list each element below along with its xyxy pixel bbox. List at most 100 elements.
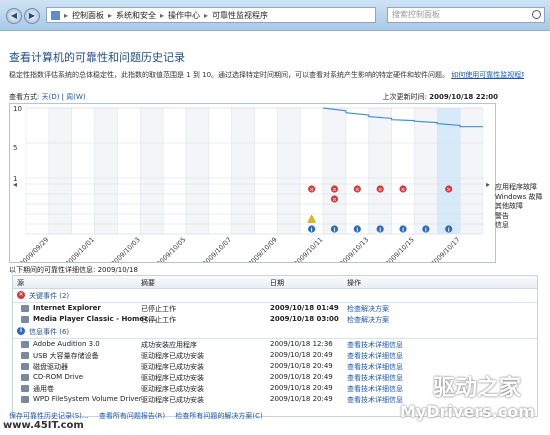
day-column <box>277 107 301 235</box>
day-column <box>48 107 72 235</box>
day-column <box>322 107 347 235</box>
error-glyph: ✕ <box>355 187 360 193</box>
cell-source: Internet Explorer <box>33 304 101 312</box>
view-week-link[interactable]: 周(W) <box>66 93 85 101</box>
watermark-right-en: MyDrivers.com <box>400 402 535 421</box>
table-row[interactable]: Adobe Audition 3.0 成功安装应用程序 2009/10/18 12:… <box>13 339 537 350</box>
view-switch: 查看方式: 天(D) | 周(W) <box>9 93 86 101</box>
col-action[interactable]: 操作 <box>347 278 361 288</box>
error-glyph: ✕ <box>332 187 337 193</box>
cell-summary: 已停止工作 <box>141 305 176 313</box>
save-history-link[interactable]: 保存可靠性历史记录(S)... <box>9 412 89 420</box>
y-tick-label: 5 <box>13 144 17 152</box>
how-to-link[interactable]: 如何使用可靠性监视程序。 <box>451 71 524 79</box>
device-icon <box>21 385 29 392</box>
row-label-info: 信息 <box>495 221 509 229</box>
scroll-left-icon[interactable]: ◂ <box>13 180 17 189</box>
last-update: 上次更新时间: 2009/10/18 22:00 <box>383 92 498 102</box>
x-tick-label: 2009/10/03 <box>110 236 142 262</box>
selected-day-column <box>437 107 461 235</box>
critical-group[interactable]: ✕ 关键事件 (2) <box>13 289 537 303</box>
breadcrumb-1[interactable]: 系统和安全 <box>116 10 156 21</box>
history-title: 以下期间的可靠性详细信息: 2009/10/18 <box>9 266 138 274</box>
day-column <box>25 107 50 235</box>
day-column <box>185 107 210 235</box>
app-icon <box>21 305 29 312</box>
search-input[interactable]: 搜索控制面板 <box>387 7 545 23</box>
cell-date: 2009/10/18 20:49 <box>270 384 333 392</box>
cell-action-link[interactable]: 查看技术详细信息 <box>347 340 403 350</box>
cell-summary: 驱动程序已成功安装 <box>141 385 204 393</box>
table-row[interactable]: Media Player Classic - Homec... 已停止工作 2009… <box>13 314 537 325</box>
chart-svg: 1051◂ ▸✕ ✕ ✕ ✕ ✕ ✕✕i i i i i i i2009/09/29 2009/10/01… <box>13 105 490 268</box>
cell-date: 2009/10/18 20:49 <box>270 395 333 403</box>
cell-source: WPD FileSystem Volume Driver <box>33 395 142 403</box>
info-glyph: i <box>448 227 450 233</box>
cell-date: 2009/10/18 20:49 <box>270 362 333 370</box>
device-icon <box>21 374 29 381</box>
info-glyph: i <box>334 227 336 233</box>
table-header: 源 摘要 日期 操作 <box>13 276 537 289</box>
view-by-label: 查看方式: <box>9 93 40 101</box>
day-column <box>140 107 164 235</box>
device-icon <box>21 363 29 370</box>
cell-source: 通用卷 <box>33 385 54 393</box>
check-all-solutions-link[interactable]: 检查所有问题的解决方案(C) <box>175 412 262 420</box>
scroll-right-icon[interactable]: ▸ <box>486 180 490 189</box>
reliability-chart[interactable]: 10 5 1 ◂ ▸ ✕ ✕ ✕ ✕ ✕ ✕ ✕ i i i i i i i 2009/09/29 2009/10/01… <box>9 103 496 268</box>
cell-date: 2009/10/18 01:49 <box>270 304 339 312</box>
col-date[interactable]: 日期 <box>270 278 284 288</box>
breadcrumb-2[interactable]: 操作中心 <box>168 10 200 21</box>
col-source[interactable]: 源 <box>17 278 24 288</box>
cell-source: Media Player Classic - Homec... <box>33 315 157 323</box>
day-column <box>94 107 118 235</box>
x-tick-label: 2009/10/09 <box>247 236 279 262</box>
search-placeholder: 搜索控制面板 <box>392 10 440 19</box>
watermark-left: www.45IT.com <box>3 420 84 431</box>
x-tick-label: 2009/10/07 <box>201 236 233 262</box>
error-glyph: ✕ <box>332 197 337 203</box>
app-icon <box>21 316 29 323</box>
table-row[interactable]: Internet Explorer 已停止工作 2009/10/18 01:49 检查… <box>13 303 537 314</box>
day-column <box>231 107 255 235</box>
error-glyph: ✕ <box>378 187 383 193</box>
forward-button[interactable]: ▶ <box>24 8 40 24</box>
day-column <box>71 107 95 235</box>
search-icon[interactable] <box>532 10 541 19</box>
view-all-reports-link[interactable]: 查看所有问题报告(R) <box>99 412 165 420</box>
info-group[interactable]: i 信息事件 (6) <box>13 325 537 339</box>
critical-group-label: 关键事件 (2) <box>29 292 70 300</box>
x-tick-label: 2009/09/29 <box>18 236 50 262</box>
last-update-value: 2009/10/18 22:00 <box>429 93 498 101</box>
cell-summary: 驱动程序已成功安装 <box>141 363 204 371</box>
info-glyph: i <box>379 227 381 233</box>
breadcrumb-0[interactable]: 控制面板 <box>72 10 104 21</box>
cell-date: 2009/10/18 03:00 <box>270 315 339 323</box>
cell-action-link[interactable]: 检查解决方案 <box>347 304 389 314</box>
day-column <box>254 107 278 235</box>
cell-date: 2009/10/18 20:49 <box>270 351 333 359</box>
back-button[interactable]: ◀ <box>6 8 22 24</box>
error-glyph: ✕ <box>309 187 314 193</box>
row-label-windows-failure: Windows 故障 <box>495 192 543 201</box>
cell-source: CD-ROM Drive <box>33 373 84 381</box>
view-day-link[interactable]: 天(D) <box>42 93 60 101</box>
cell-source: 磁盘驱动器 <box>33 363 68 371</box>
x-tick-label: 2009/10/11 <box>292 236 324 262</box>
page-description: 稳定性指数评估系统的总体稳定性，此指数的取值范围是 1 到 10。通过选择特定时… <box>9 70 524 80</box>
address-bar[interactable]: ▸ 控制面板 ▸ 系统和安全 ▸ 操作中心 ▸ 可靠性监视程序 <box>46 7 376 23</box>
title-bar: ◀ ▶ ▸ 控制面板 ▸ 系统和安全 ▸ 操作中心 ▸ 可靠性监视程序 搜索控制… <box>0 0 550 31</box>
cell-summary: 驱动程序已成功安装 <box>141 396 204 404</box>
event-row-labels: 应用程序故障 Windows 故障 其他故障 警告 信息 <box>495 183 542 231</box>
day-column <box>345 107 369 235</box>
col-summary[interactable]: 摘要 <box>141 278 155 288</box>
info-glyph: i <box>356 227 358 233</box>
error-glyph: ✕ <box>401 187 406 193</box>
breadcrumb-3[interactable]: 可靠性监视程序 <box>212 10 268 21</box>
device-icon <box>21 396 29 403</box>
cell-action-link[interactable]: 检查解决方案 <box>347 315 389 325</box>
x-tick-label: 2009/10/05 <box>155 236 187 262</box>
device-icon <box>21 352 29 359</box>
info-glyph: i <box>425 227 427 233</box>
day-column <box>162 107 187 235</box>
